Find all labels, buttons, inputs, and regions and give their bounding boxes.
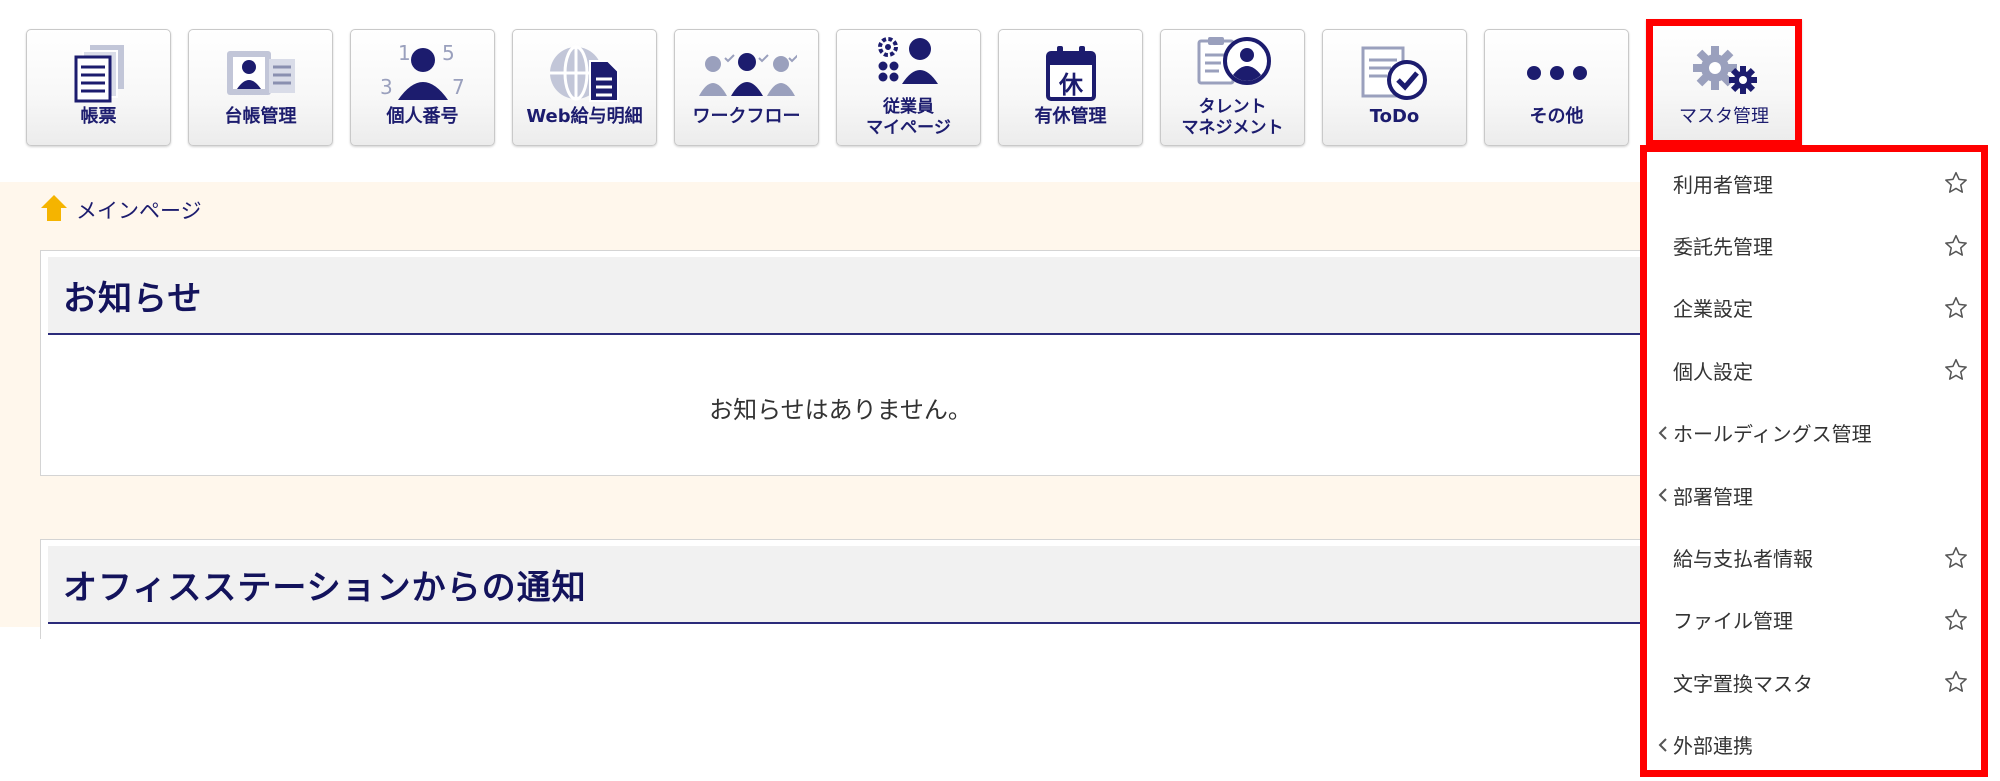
- nav-label: 従業員 マイページ: [837, 97, 980, 139]
- star-favorite-icon[interactable]: [1941, 605, 1971, 635]
- calendar-leave-icon: 休: [999, 42, 1142, 104]
- home-icon: [40, 193, 68, 227]
- menu-item[interactable]: 個人設定: [1647, 339, 1981, 401]
- menu-item-label: 部署管理: [1673, 484, 1753, 509]
- breadcrumb[interactable]: メインページ: [40, 190, 202, 230]
- employee-mypage-icon: [837, 36, 980, 86]
- nav-button-todo[interactable]: ToDo: [1322, 29, 1467, 146]
- nav-button-forms[interactable]: 帳票: [26, 29, 171, 146]
- document-stack-icon: [27, 42, 170, 104]
- workflow-people-icon: [675, 42, 818, 104]
- menu-item-label: 委託先管理: [1673, 235, 1773, 260]
- menu-item[interactable]: 給与支払者情報: [1647, 526, 1981, 588]
- notices-empty-message: お知らせはありません。: [709, 396, 972, 424]
- web-payslip-icon: [513, 42, 656, 104]
- menu-item[interactable]: 部署管理: [1647, 464, 1981, 526]
- notices-panel: お知らせ お知らせはありません。: [40, 250, 1640, 476]
- chevron-left-icon: [1657, 737, 1669, 753]
- menu-item-label: ホールディングス管理: [1673, 422, 1872, 447]
- nav-label: タレント マネジメント: [1161, 97, 1304, 139]
- nav-label: 有休管理: [1034, 106, 1107, 127]
- id-card-icon: [189, 42, 332, 104]
- main-nav: 帳票 台帳管理 1 5 3 7 個人番号 Web給与明細 ワークフロー 従業員 …: [26, 19, 1802, 148]
- star-favorite-icon[interactable]: [1941, 355, 1971, 385]
- menu-item[interactable]: ホールディングス管理: [1647, 402, 1981, 464]
- digit-1: 1: [398, 42, 411, 65]
- notices-header: お知らせ: [48, 257, 1640, 335]
- nav-label: 台帳管理: [224, 106, 297, 127]
- menu-item[interactable]: 利用者管理: [1647, 152, 1981, 214]
- digit-5: 5: [442, 42, 455, 65]
- menu-item[interactable]: 外部連携: [1647, 714, 1981, 776]
- star-favorite-icon[interactable]: [1941, 667, 1971, 697]
- nav-button-paid-leave[interactable]: 休 有休管理: [998, 29, 1143, 146]
- star-favorite-icon[interactable]: [1941, 168, 1971, 198]
- menu-item-label: 利用者管理: [1673, 172, 1773, 197]
- star-favorite-icon[interactable]: [1941, 543, 1971, 573]
- nav-button-master-management[interactable]: マスタ管理: [1646, 19, 1802, 147]
- office-notices-title: オフィスステーションからの通知: [63, 567, 587, 608]
- more-dots-icon: [1485, 42, 1628, 104]
- breadcrumb-main-page[interactable]: メインページ: [76, 195, 202, 225]
- nav-label-line-2: マイページ: [866, 118, 951, 138]
- menu-item[interactable]: 委託先管理: [1647, 214, 1981, 276]
- nav-label: 個人番号: [386, 106, 459, 127]
- nav-button-web-payslip[interactable]: Web給与明細: [512, 29, 657, 146]
- menu-item-label: 給与支払者情報: [1673, 547, 1813, 572]
- nav-button-employee-mypage[interactable]: 従業員 マイページ: [836, 29, 981, 146]
- menu-item-label: 個人設定: [1673, 359, 1753, 384]
- nav-button-personal-number[interactable]: 1 5 3 7 個人番号: [350, 29, 495, 146]
- master-management-menu: 利用者管理委託先管理企業設定個人設定ホールディングス管理 部署管理給与支払者情報フ…: [1640, 145, 1988, 777]
- notices-title: お知らせ: [63, 278, 203, 319]
- nav-label-line-2: マネジメント: [1181, 118, 1284, 138]
- main-content: メインページ お知らせ お知らせはありません。 オフィスステーションからの通知: [0, 182, 1640, 639]
- office-notices-panel: オフィスステーションからの通知: [40, 539, 1640, 639]
- menu-item[interactable]: 企業設定: [1647, 277, 1981, 339]
- gears-icon: [1653, 40, 1795, 102]
- nav-button-workflow[interactable]: ワークフロー: [674, 29, 819, 146]
- menu-item-label: ファイル管理: [1673, 609, 1793, 634]
- nav-label: ToDo: [1369, 106, 1420, 127]
- nav-label-line-1: タレント: [1198, 97, 1267, 117]
- nav-label: ワークフロー: [692, 106, 801, 127]
- nav-label: 帳票: [80, 106, 117, 127]
- calendar-glyph: 休: [1058, 71, 1084, 99]
- todo-check-icon: [1323, 42, 1466, 104]
- nav-label: マスタ管理: [1679, 106, 1769, 127]
- menu-item-label: 外部連携: [1673, 734, 1753, 759]
- chevron-left-icon: [1657, 425, 1669, 441]
- star-favorite-icon[interactable]: [1941, 231, 1971, 261]
- menu-item[interactable]: 文字置換マスタ: [1647, 651, 1981, 713]
- menu-item[interactable]: ファイル管理: [1647, 589, 1981, 651]
- digit-7: 7: [452, 75, 465, 99]
- office-notices-header: オフィスステーションからの通知: [48, 546, 1640, 624]
- notices-body: お知らせはありません。: [41, 335, 1640, 480]
- nav-label: Web給与明細: [526, 106, 643, 127]
- nav-button-ledger[interactable]: 台帳管理: [188, 29, 333, 146]
- menu-item-label: 文字置換マスタ: [1673, 671, 1813, 696]
- person-number-icon: 1 5 3 7: [351, 42, 494, 104]
- talent-clipboard-icon: [1161, 36, 1304, 86]
- chevron-left-icon: [1657, 487, 1669, 503]
- digit-3: 3: [380, 75, 393, 99]
- nav-label: その他: [1529, 106, 1584, 127]
- menu-item-label: 企業設定: [1673, 297, 1753, 322]
- nav-button-other[interactable]: その他: [1484, 29, 1629, 146]
- nav-button-talent-management[interactable]: タレント マネジメント: [1160, 29, 1305, 146]
- nav-label-line-1: 従業員: [883, 97, 934, 117]
- star-favorite-icon[interactable]: [1941, 293, 1971, 323]
